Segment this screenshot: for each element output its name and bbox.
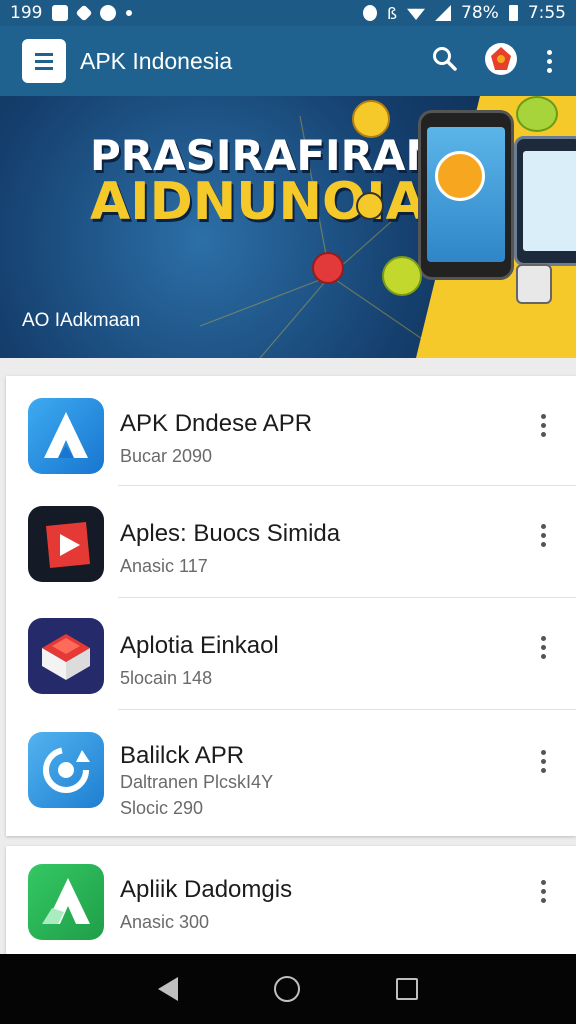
sync-icon bbox=[28, 732, 104, 808]
list-item-subtitle: 5locain 148 bbox=[120, 668, 213, 688]
battery-percent: 78% bbox=[461, 3, 499, 23]
status-left-text: 199 bbox=[10, 3, 43, 23]
system-nav-bar bbox=[0, 954, 576, 1024]
edit-icon bbox=[75, 4, 93, 22]
banner-headline: PRASIRAFIRAN AIDNUNOIA bbox=[90, 134, 441, 232]
app-logo-icon[interactable] bbox=[22, 39, 66, 83]
list-item[interactable]: Aplotia Einkaol 5locain 148 bbox=[6, 598, 576, 710]
list-item-title: APK Dndese APR bbox=[120, 410, 313, 437]
app-title: APK Indonesia bbox=[80, 47, 233, 74]
list-item[interactable]: Aples: Buocs Simida Anasic 117 bbox=[6, 486, 576, 598]
chat-icon bbox=[100, 5, 117, 21]
list-item-extra: Slocic 290 bbox=[120, 798, 204, 818]
list-item[interactable]: Apliik Dadomgis Anasic 300 bbox=[6, 846, 576, 954]
more-icon[interactable] bbox=[538, 524, 548, 547]
signal-icon bbox=[435, 5, 452, 21]
app-list-card: APK Dndese APR Bucar 2090 Aples: Buocs S… bbox=[6, 376, 576, 836]
status-time: 7:55 bbox=[527, 3, 566, 23]
azure-a-icon bbox=[28, 398, 104, 474]
more-icon[interactable] bbox=[538, 414, 548, 437]
dot-icon bbox=[126, 10, 133, 16]
wifi-icon bbox=[407, 8, 426, 20]
emoji-character-icon bbox=[312, 252, 344, 284]
emoji-character-icon bbox=[382, 256, 422, 296]
phone-illustration bbox=[418, 110, 514, 280]
promo-banner[interactable]: PRASIRAFIRAN AIDNUNOIA AO IAdkmaan bbox=[0, 96, 576, 358]
status-bar: 199 ß 78% 7:55 bbox=[0, 0, 576, 26]
list-item-subtitle: Daltranen PlcskI4Y bbox=[120, 772, 274, 792]
recents-icon[interactable] bbox=[396, 978, 418, 1000]
battery-icon bbox=[508, 5, 518, 21]
bluetooth-icon: ß bbox=[386, 3, 398, 23]
list-item-subtitle: Anasic 300 bbox=[120, 912, 210, 932]
more-icon[interactable] bbox=[538, 750, 548, 773]
emoji-character-icon bbox=[356, 192, 384, 220]
list-item[interactable]: APK Dndese APR Bucar 2090 bbox=[6, 376, 576, 486]
list-item-subtitle: Anasic 117 bbox=[120, 556, 208, 576]
search-icon[interactable] bbox=[432, 46, 458, 77]
app-bar: APK Indonesia bbox=[0, 26, 576, 96]
notification-icon bbox=[52, 5, 69, 21]
play-icon bbox=[28, 506, 104, 582]
list-item-subtitle: Bucar 2090 bbox=[120, 446, 213, 466]
list-item-title: Aples: Buocs Simida bbox=[120, 520, 341, 547]
emoji-character-icon bbox=[352, 100, 390, 138]
more-icon[interactable] bbox=[538, 880, 548, 903]
shield-icon bbox=[362, 5, 377, 21]
app-list-card: Apliik Dadomgis Anasic 300 bbox=[6, 846, 576, 954]
green-a-icon bbox=[28, 864, 104, 940]
list-item-title: Balilck APR bbox=[120, 742, 245, 769]
more-icon[interactable] bbox=[544, 49, 554, 73]
home-icon[interactable] bbox=[274, 976, 300, 1002]
list-item[interactable]: Balilck APR Daltranen PlcskI4Y Slocic 29… bbox=[6, 710, 576, 836]
banner-headline-line2: AIDNUNOIA bbox=[90, 172, 426, 232]
tablet-illustration bbox=[514, 136, 576, 266]
banner-caption: AO IAdkmaan bbox=[22, 310, 141, 331]
emoji-character-icon bbox=[516, 96, 558, 132]
profile-icon[interactable] bbox=[484, 42, 518, 81]
more-icon[interactable] bbox=[538, 636, 548, 659]
list-item-title: Apliik Dadomgis bbox=[120, 876, 293, 903]
box-character-icon bbox=[516, 264, 552, 304]
list-item-title: Aplotia Einkaol bbox=[120, 632, 279, 659]
box-icon bbox=[28, 618, 104, 694]
back-icon[interactable] bbox=[158, 977, 178, 1001]
